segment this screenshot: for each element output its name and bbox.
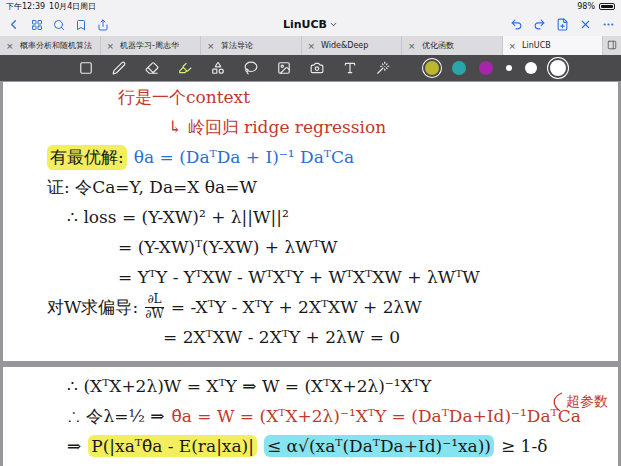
tab-close[interactable]: × (6, 41, 14, 51)
panel-icon[interactable] (607, 40, 617, 50)
handwritten-line: ∴ loss = (Y-XW)² + λ||W||² (3, 202, 618, 232)
ink-segment: = (Y-XW)ᵀ(Y-XW) + λWᵀW (118, 237, 337, 257)
document-tab[interactable]: ×LinUCB (503, 36, 604, 55)
document-tab[interactable]: ×算法导论 (201, 36, 302, 55)
pen-icon[interactable] (112, 61, 126, 75)
lasso-icon[interactable] (244, 61, 258, 75)
eraser-tool[interactable] (142, 58, 162, 78)
tab-close[interactable]: × (408, 41, 416, 51)
handwritten-line: ∴ (XᵀX+2λ)W = XᵀY ⇒ W = (XᵀX+2λ)⁻¹XᵀY (3, 371, 618, 401)
status-bar: 下午12:39 10月4日周日 98% (0, 0, 621, 13)
eraser-icon[interactable] (145, 61, 159, 75)
ink-segment: 对W求偏导: (47, 296, 138, 319)
pen-width[interactable] (525, 62, 537, 74)
battery-percent: 98% (577, 2, 595, 11)
zoom-icon[interactable] (79, 61, 93, 75)
status-date: 10月4日周日 (49, 1, 96, 12)
ink-segment: ∴ loss = (Y-XW)² + λ||W||² (67, 207, 289, 227)
handwritten-line: = 2XᵀXW - 2XᵀY + 2λW = 0 (3, 322, 618, 352)
ink-segment: ∴ (XᵀX+2λ)W = XᵀY ⇒ W = (XᵀX+2λ)⁻¹XᵀY (67, 376, 431, 396)
document-tab[interactable]: ×优化函数 (402, 36, 503, 55)
add-page-icon[interactable] (556, 18, 569, 31)
handwritten-line: ⇒ P(|xaᵀθ̂a - E(ra|xa)| ≤ α√(xaᵀ(DaᵀDa+Id)… (3, 431, 618, 461)
ink-segment: 行是一个context (118, 86, 250, 109)
pen-color[interactable] (425, 61, 439, 75)
document-tab[interactable]: ×机器学习-周志华 (101, 36, 202, 55)
ink-segment: ≥ 1-δ (501, 436, 547, 456)
handwritten-line: 证: 令Ca=Y, Da=X θa=W (3, 172, 618, 202)
handwritten-line: = YᵀY - YᵀXW - WᵀXᵀY + WᵀXᵀXW + λWᵀW (3, 262, 618, 292)
ink-segment: ≤ α√(xaᵀ(DaᵀDa+Id)⁻¹xa)) (264, 435, 494, 457)
tab-close[interactable]: × (107, 41, 115, 51)
pen-width[interactable] (506, 65, 512, 71)
ink-segment: 证: 令Ca=Y, Da=X θa=W (47, 176, 257, 199)
pen-tool[interactable] (109, 58, 129, 78)
nav-bar: LinUCB (0, 13, 621, 36)
search-icon[interactable] (53, 19, 65, 31)
document-title[interactable]: LinUCB (283, 18, 338, 31)
page-area: 行是一个context ↳ 岭回归 ridge regression 有最优解: θa… (0, 81, 621, 466)
handwritten-line: ↳ 岭回归 ridge regression (3, 112, 618, 142)
laser-icon[interactable] (376, 61, 390, 75)
ink-segment: = -XᵀY - XᵀY + 2XᵀXW + 2λW (171, 297, 422, 317)
grid-icon[interactable] (31, 19, 43, 31)
tab-close[interactable]: × (308, 41, 316, 51)
ink-segment: ↳ 岭回归 ridge regression (168, 116, 386, 139)
notebook-page[interactable]: 行是一个context ↳ 岭回归 ridge regression 有最优解: θa… (3, 82, 618, 361)
image-tool[interactable] (274, 58, 294, 78)
ink-segment: θa = (DaᵀDa + I)⁻¹ DaᵀCa (134, 147, 354, 167)
chevron-down-icon[interactable] (329, 20, 338, 29)
pen-color[interactable] (479, 61, 493, 75)
handwritten-line: 有最优解: θa = (DaᵀDa + I)⁻¹ DaᵀCa (3, 142, 618, 172)
curve-icon (550, 391, 564, 413)
close-icon[interactable] (579, 18, 592, 31)
highlighter-tool[interactable] (175, 58, 195, 78)
annotation: 超参数 (550, 391, 608, 413)
image-icon[interactable] (277, 61, 291, 75)
status-time: 下午12:39 (6, 1, 45, 12)
bookmark-icon[interactable] (75, 19, 87, 31)
laser-tool[interactable] (373, 58, 393, 78)
ink-segment: = YᵀY - YᵀXW - WᵀXᵀY + WᵀXᵀXW + λWᵀW (118, 267, 480, 287)
camera-tool[interactable] (307, 58, 327, 78)
highlighter-icon[interactable] (178, 61, 192, 75)
handwritten-line: 对W求偏导: ∂L∂W = -XᵀY - XᵀY + 2XᵀXW + 2λW (3, 292, 618, 322)
pen-width[interactable] (550, 60, 566, 76)
goodnotes-screen: 下午12:39 10月4日周日 98% LinUCB ×概率分析和随机算法×机器学习-周… (0, 0, 621, 466)
handwritten-line: 行是一个context (3, 82, 618, 112)
ink-segment: ⇒ (67, 436, 81, 456)
undo-icon[interactable] (510, 18, 523, 31)
notebook-page[interactable]: ∴ (XᵀX+2λ)W = XᵀY ⇒ W = (XᵀX+2λ)⁻¹XᵀY ∴ 令… (3, 367, 618, 466)
fraction: ∂L∂W (145, 293, 164, 320)
tool-bar (0, 55, 621, 81)
zoom-tool[interactable] (76, 58, 96, 78)
share-icon[interactable] (97, 19, 109, 31)
ink-segment: P(|xaᵀθ̂a - E(ra|xa)| (88, 435, 257, 457)
shapes-icon[interactable] (211, 61, 225, 75)
text-tool[interactable] (340, 58, 360, 78)
lasso-tool[interactable] (241, 58, 261, 78)
redo-icon[interactable] (533, 18, 546, 31)
pen-color[interactable] (452, 61, 466, 75)
shapes-tool[interactable] (208, 58, 228, 78)
ink-segment: 有最优解: (47, 145, 127, 170)
tab-bar: ×概率分析和随机算法×机器学习-周志华×算法导论×Wide&Deep×优化函数×… (0, 36, 621, 55)
battery-icon (599, 3, 615, 10)
ink-segment: θ̂a = W = (XᵀX+2λ)⁻¹XᵀY = (DaᵀDa+Id)⁻¹Da… (172, 406, 581, 426)
back-icon[interactable] (6, 17, 21, 32)
tab-close[interactable]: × (509, 41, 517, 51)
tab-close[interactable]: × (207, 41, 215, 51)
document-tab[interactable]: ×概率分析和随机算法 (0, 36, 101, 55)
ink-segment: ∴ 令λ=½ ⇒ (67, 405, 165, 428)
camera-icon[interactable] (310, 61, 324, 75)
handwritten-line: = (Y-XW)ᵀ(Y-XW) + λWᵀW (3, 232, 618, 262)
more-icon[interactable] (602, 18, 615, 31)
document-tab[interactable]: ×Wide&Deep (302, 36, 403, 55)
handwritten-line: ∴ 令λ=½ ⇒ θ̂a = W = (XᵀX+2λ)⁻¹XᵀY = (DaᵀDa… (3, 401, 618, 431)
ink-segment: = 2XᵀXW - 2XᵀY + 2λW = 0 (163, 327, 400, 347)
text-icon[interactable] (343, 61, 357, 75)
